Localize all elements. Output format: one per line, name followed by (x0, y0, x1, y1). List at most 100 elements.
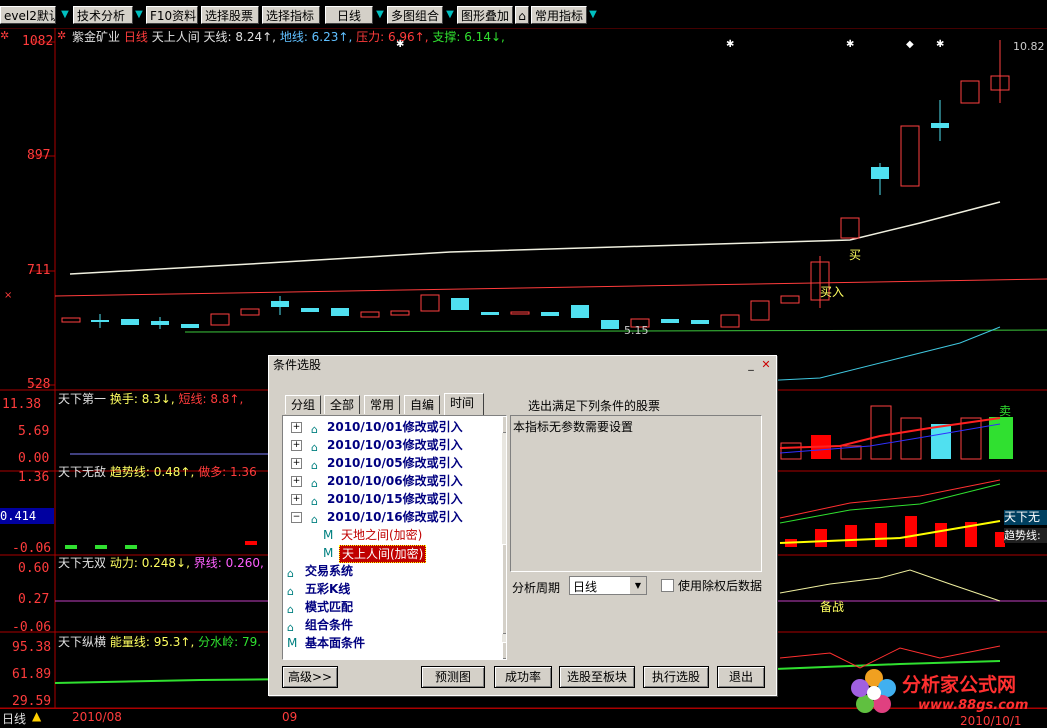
yali-value: 压力: 6.96↑, (356, 30, 429, 44)
folder-icon: ⌂ (311, 513, 318, 526)
dropdown-arrow-icon[interactable]: ▼ (134, 6, 144, 24)
dropdown-arrow-icon[interactable]: ▼ (588, 6, 598, 24)
tree-item-label: 组合条件 (305, 618, 354, 632)
exit-button[interactable]: 退出 (717, 666, 765, 688)
panel-name: 天下纵横 (58, 635, 107, 649)
chevron-down-icon[interactable]: ▼ (630, 577, 646, 594)
panel3-header: 天下无敌 趋势线: 0.48↑, 做多: 1.36 (58, 463, 257, 480)
dropdown-arrow-icon[interactable]: ▼ (60, 6, 70, 24)
dropdown-arrow-icon[interactable]: ▼ (375, 6, 385, 24)
jiexian-value: 界线: 0.260, (193, 556, 264, 570)
tree-scrollbar[interactable]: ▲ ▼ (502, 416, 506, 659)
folder-icon: ⌂ (311, 477, 318, 490)
dialog-title: 条件选股 (273, 358, 322, 372)
tab-custom[interactable]: 自编 (404, 395, 440, 414)
tree-item-label: 2010/10/15修改或引入 (327, 492, 463, 506)
scroll-up-icon[interactable]: ▲ (502, 416, 506, 433)
toolbar-common-indicators[interactable]: 常用指标 (531, 6, 587, 24)
folder-icon: ⌂ (287, 603, 294, 616)
scroll-thumb[interactable] (502, 544, 506, 634)
tab-time[interactable]: 时间 (444, 393, 484, 415)
parameter-description: 本指标无参数需要设置 (513, 420, 634, 434)
minimize-icon[interactable]: _ (744, 358, 758, 372)
triangle-up-icon[interactable]: ▲ (32, 709, 41, 723)
expand-icon[interactable]: + (291, 476, 302, 487)
bottom-period[interactable]: 日线 (2, 710, 26, 727)
legend-tag: 趋势线: (1004, 528, 1047, 543)
select-to-sector-button[interactable]: 选股至板块 (559, 666, 635, 688)
tree-item-label: 2010/10/16修改或引入 (327, 510, 463, 524)
collapse-icon[interactable]: − (291, 512, 302, 523)
close-icon[interactable]: ✕ (759, 358, 773, 372)
y-axis-label: 0.27 (18, 592, 50, 607)
energy-value: 能量线: 95.3↑, (109, 635, 195, 649)
toolbar-overlay[interactable]: 图形叠加 (457, 6, 513, 24)
formula-icon: M (323, 528, 334, 542)
jiduo-value: 做多: 1.36 (198, 465, 257, 479)
period-label: 分析周期 (512, 581, 561, 595)
forecast-chart-button[interactable]: 预测图 (421, 666, 485, 688)
parameter-panel: 本指标无参数需要设置 (510, 415, 762, 572)
toolbar-f10[interactable]: F10资料 (146, 6, 198, 24)
watermark-name: 分析家公式网 (902, 674, 1017, 696)
y-axis-label: 11.38 (2, 397, 42, 412)
sell-signal: 卖 (999, 404, 1012, 418)
execute-select-button[interactable]: 执行选股 (643, 666, 709, 688)
svg-text:✱: ✱ (726, 39, 734, 50)
panel2-header: 天下第一 换手: 8.3↓, 短线: 8.8↑, (58, 390, 243, 407)
expand-icon[interactable]: + (291, 422, 302, 433)
top-toolbar: evel2默认 ▼ 技术分析 ▼ F10资料 选择股票 选择指标 日线 ▼ 多图… (0, 0, 1047, 29)
toolbar-select-indicator[interactable]: 选择指标 (262, 6, 320, 24)
folder-icon: ⌂ (287, 621, 294, 634)
date-label: 09 (282, 710, 298, 724)
tree-item-label: 五彩K线 (305, 582, 351, 596)
date-label: 2010/08 (72, 710, 122, 724)
advanced-button[interactable]: 高级>> (282, 666, 338, 688)
tab-common[interactable]: 常用 (364, 395, 400, 414)
turnover-value: 换手: 8.3↓, (109, 392, 175, 406)
scroll-down-icon[interactable]: ▼ (502, 642, 506, 659)
cursor-mark-icon: × (4, 290, 13, 301)
tree-item-label: 天上人间(加密) (339, 545, 427, 563)
toolbar-select-stock[interactable]: 选择股票 (201, 6, 259, 24)
success-rate-button[interactable]: 成功率 (494, 666, 552, 688)
period-select-value: 日线 (573, 580, 598, 594)
flower-logo-icon (851, 669, 896, 713)
dialog-title-bar[interactable]: 条件选股 (269, 356, 774, 375)
tree-item-label: 2010/10/06修改或引入 (327, 474, 463, 488)
settings-icon[interactable]: ✲ (0, 29, 12, 43)
expand-icon[interactable]: + (291, 494, 302, 505)
svg-text:✱: ✱ (846, 39, 854, 50)
toolbar-period[interactable]: 日线 (325, 6, 373, 24)
tree-item-label: 模式匹配 (305, 600, 354, 614)
dropdown-arrow-icon[interactable]: ▼ (445, 6, 455, 24)
period-select[interactable]: 日线 ▼ (569, 576, 647, 595)
tab-all[interactable]: 全部 (324, 395, 360, 414)
lock-icon[interactable]: ⌂ (515, 6, 529, 24)
condition-tree[interactable]: + ⌂ 2010/10/01修改或引入 + ⌂ 2010/10/03修改或引入 … (282, 415, 507, 660)
low-price-mark: 5.15 (624, 324, 649, 337)
tab-group[interactable]: 分组 (285, 395, 321, 414)
y-axis-label: 5.69 (18, 424, 50, 439)
condition-select-dialog: 条件选股 _ ✕ 分组 全部 常用 自编 时间 + ⌂ 2010/10/01修改… (268, 355, 777, 696)
toolbar-multi-chart[interactable]: 多图组合 (387, 6, 443, 24)
short-value: 短线: 8.8↑, (178, 392, 244, 406)
chart-title-bar: 紫金矿业 日线 天上人间 天线: 8.24↑, 地线: 6.23↑, 压力: 6… (72, 28, 505, 44)
y-axis-label: -0.06 (12, 620, 52, 635)
tree-item-label: 交易系统 (305, 564, 354, 578)
y-axis-label: -0.06 (12, 541, 52, 556)
water-value: 分水岭: 79. (198, 635, 262, 649)
expand-icon[interactable]: + (291, 440, 302, 451)
tree-item-label: 2010/10/05修改或引入 (327, 456, 463, 470)
adjusted-data-checkbox[interactable] (661, 579, 674, 592)
svg-text:◆: ◆ (906, 39, 914, 50)
tree-item-label: 基本面条件 (305, 636, 366, 650)
toolbar-technical-analysis[interactable]: 技术分析 (73, 6, 133, 24)
toolbar-level2-default[interactable]: evel2默认 (0, 6, 56, 24)
panel4-header: 天下无双 动力: 0.248↓, 界线: 0.260, (58, 554, 264, 571)
expand-icon[interactable]: + (291, 458, 302, 469)
chart-period: 日线 (123, 30, 148, 44)
dixian-value: 地线: 6.23↑, (279, 30, 353, 44)
formula-icon: M (287, 636, 298, 650)
dongli-value: 动力: 0.248↓, (109, 556, 190, 570)
